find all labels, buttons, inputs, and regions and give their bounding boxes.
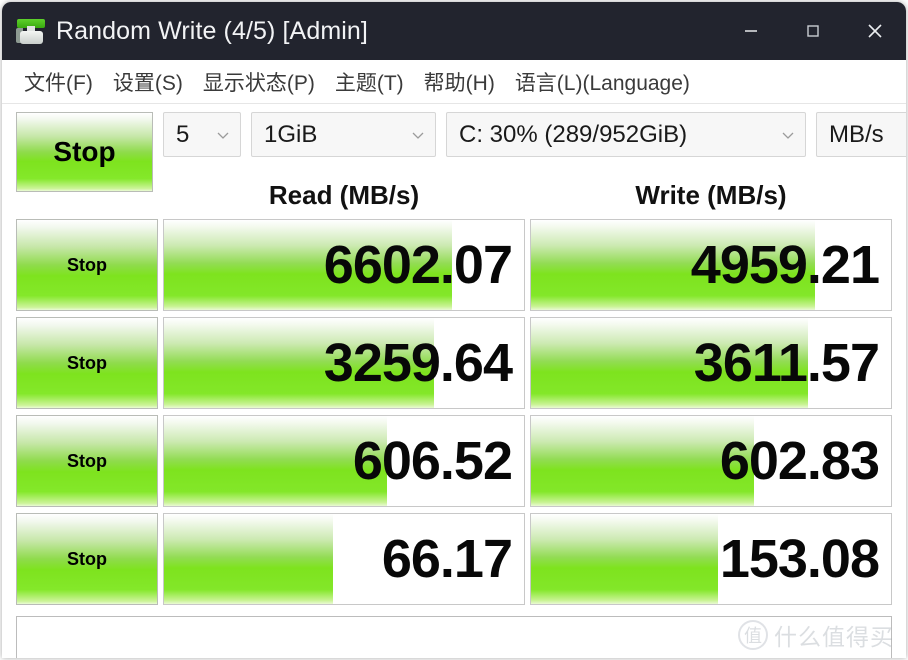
column-header-read: Read (MB/s) [268,179,420,210]
maximize-button[interactable] [782,2,844,60]
menu-item-file[interactable]: 文件(F) [14,65,103,99]
row-stop-button-rnd4k-q32t1[interactable]: Stop [16,415,158,507]
test-count-select[interactable]: 5 [163,112,241,157]
table-row: Stop 606.52 602.83 [16,412,892,510]
unit-select[interactable]: MB/s [816,112,906,157]
comment-status-box[interactable] [16,616,892,658]
table-row: Stop 66.17 153.08 [16,510,892,608]
write-score-cell-4: 153.08 [530,513,892,605]
write-score-value-2: 3611.57 [693,333,880,393]
window-title: Random Write (4/5) [Admin] [56,16,368,45]
read-score-value-3: 606.52 [352,431,513,491]
menubar: 文件(F) 设置(S) 显示状态(P) 主题(T) 帮助(H) 语言(L)(La… [2,60,906,104]
read-score-bar-4 [164,514,334,604]
write-score-value-1: 4959.21 [690,235,880,295]
write-score-value-3: 602.83 [719,431,880,491]
read-score-cell-2: 3259.64 [163,317,525,409]
crystaldiskmark-icon [14,14,48,48]
write-score-cell-2: 3611.57 [530,317,892,409]
all-benchmark-stop-button[interactable]: Stop [16,112,153,192]
read-score-value-2: 3259.64 [323,333,513,393]
close-icon [868,24,882,38]
window-controls [720,2,906,60]
minimize-icon [745,30,757,32]
target-drive-select[interactable]: C: 30% (289/952GiB) [446,112,806,157]
test-size-value: 1GiB [264,120,318,148]
test-size-select[interactable]: 1GiB [251,112,436,157]
read-score-cell-3: 606.52 [163,415,525,507]
row-stop-button-seq1m-q1t1[interactable]: Stop [16,317,158,409]
chevron-down-icon [771,127,805,143]
write-score-value-4: 153.08 [719,529,880,589]
desktop-background: Random Write (4/5) [Admin] 文件(F) 设置(S) 显… [0,0,908,660]
target-drive-value: C: 30% (289/952GiB) [459,120,688,148]
unit-value: MB/s [829,120,884,148]
table-row: Stop 6602.07 4959.21 [16,216,892,314]
read-score-cell-4: 66.17 [163,513,525,605]
menu-item-settings[interactable]: 设置(S) [103,65,193,99]
read-score-value-1: 6602.07 [323,235,513,295]
menu-item-language[interactable]: 语言(L)(Language) [505,65,700,99]
column-header-write: Write (MB/s) [635,179,787,210]
read-score-cell-1: 6602.07 [163,219,525,311]
maximize-icon [807,25,819,37]
menu-item-help[interactable]: 帮助(H) [414,65,505,99]
write-score-cell-1: 4959.21 [530,219,892,311]
row-stop-button-rnd4k-q1t1[interactable]: Stop [16,513,158,605]
test-count-value: 5 [176,120,190,148]
menu-item-theme[interactable]: 主题(T) [325,65,414,99]
write-score-bar-4 [531,514,719,604]
row-stop-button-seq1m-q8t1[interactable]: Stop [16,219,158,311]
table-row: Stop 3259.64 3611.57 [16,314,892,412]
chevron-down-icon [206,127,240,143]
read-score-value-4: 66.17 [381,529,513,589]
window-titlebar: Random Write (4/5) [Admin] [2,2,906,60]
menu-item-display-status[interactable]: 显示状态(P) [193,65,325,99]
toolbar: Stop 5 1GiB C: 30% (289/952GiB) MB/s [16,112,906,192]
write-score-cell-3: 602.83 [530,415,892,507]
crystaldiskmark-window: Random Write (4/5) [Admin] 文件(F) 设置(S) 显… [2,2,906,658]
results-table: Stop 6602.07 4959.21 Stop 3259.64 3611.5… [16,216,892,608]
close-button[interactable] [844,2,906,60]
main-content: Stop 5 1GiB C: 30% (289/952GiB) MB/s Rea… [2,104,906,658]
chevron-down-icon [401,127,435,143]
minimize-button[interactable] [720,2,782,60]
